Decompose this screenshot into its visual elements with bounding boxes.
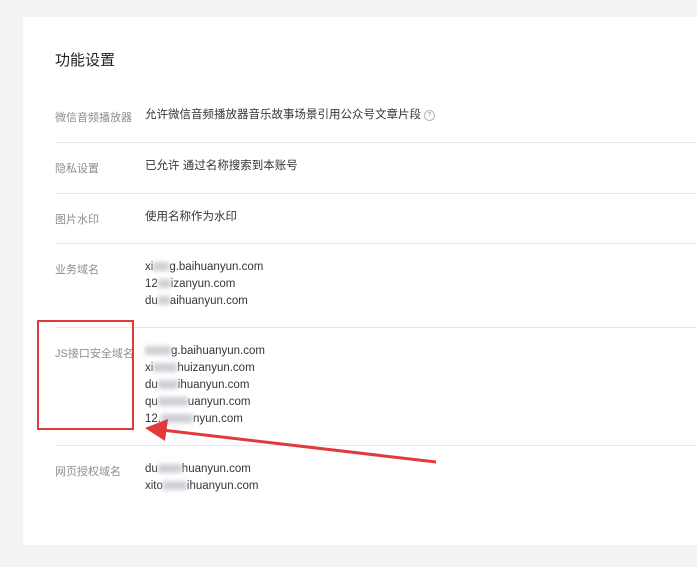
row-js-domain: JS接口安全域名 g.baihuanyun.com xi huizanyun.co… (55, 327, 697, 446)
row-privacy: 隐私设置 已允许 通过名称搜索到本账号 (55, 142, 697, 194)
row-label: 微信音频播放器 (55, 112, 132, 124)
domain-item: du huanyun.com (145, 463, 251, 475)
annotation-highlight-box (37, 320, 134, 430)
row-audio-player: 微信音频播放器 允许微信音频播放器音乐故事场景引用公众号文章片段? (55, 92, 697, 143)
privacy-setting-text: 已允许 通过名称搜索到本账号 (145, 160, 298, 172)
row-value: 允许微信音频播放器音乐故事场景引用公众号文章片段? (145, 107, 435, 124)
row-watermark: 图片水印 使用名称作为水印 (55, 193, 697, 244)
domain-item: g.baihuanyun.com (145, 343, 265, 360)
domain-list: g.baihuanyun.com xi huizanyun.com du ihuan… (145, 343, 265, 428)
row-label: 图片水印 (55, 214, 99, 226)
section-title: 功能设置 (55, 52, 116, 69)
domain-item: xi g.baihuanyun.com (145, 261, 264, 273)
help-icon[interactable]: ? (424, 110, 435, 121)
domain-item: qu uanyun.com (145, 396, 251, 408)
domain-item: 12. nyun.com (145, 413, 243, 425)
domain-item: xi huizanyun.com (145, 362, 255, 374)
domain-item: du ihuanyun.com (145, 379, 250, 391)
row-label: 网页授权域名 (55, 466, 121, 478)
row-label: 业务域名 (55, 264, 99, 276)
domain-list: du huanyun.com xito ihuanyun.com (145, 461, 259, 495)
row-business-domain: 业务域名 xi g.baihuanyun.com 12 izanyun.com du… (55, 243, 697, 328)
settings-panel: 功能设置 微信音频播放器 允许微信音频播放器音乐故事场景引用公众号文章片段? 隐… (23, 17, 697, 545)
watermark-setting-text: 使用名称作为水印 (145, 211, 237, 223)
domain-item: xito ihuanyun.com (145, 480, 259, 492)
domain-item: du aihuanyun.com (145, 295, 248, 307)
row-web-auth-domain: 网页授权域名 du huanyun.com xito ihuanyun.com (55, 445, 697, 515)
player-setting-text: 允许微信音频播放器音乐故事场景引用公众号文章片段 (145, 109, 421, 121)
domain-list: xi g.baihuanyun.com 12 izanyun.com du aihua… (145, 259, 263, 310)
row-label: 隐私设置 (55, 163, 99, 175)
domain-item: 12 izanyun.com (145, 278, 236, 290)
